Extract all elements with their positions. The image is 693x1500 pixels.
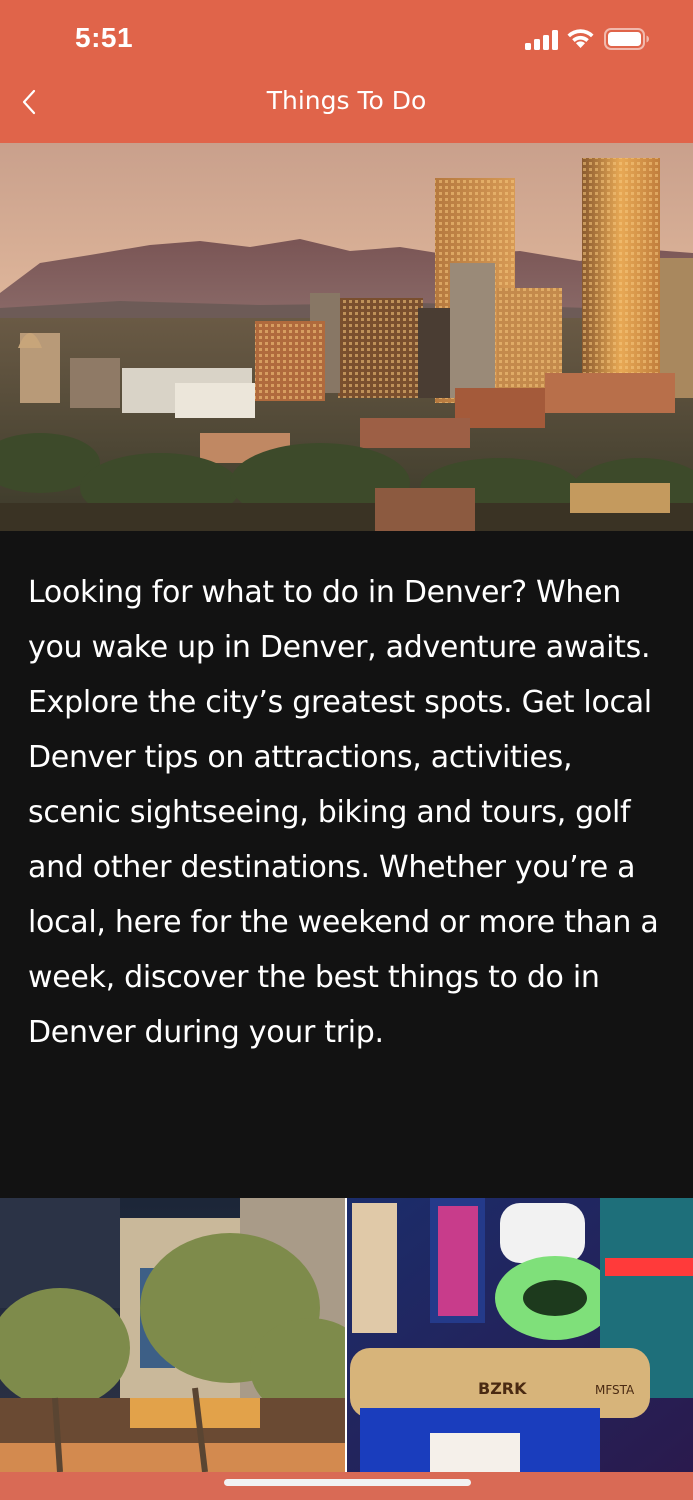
hero-image xyxy=(0,143,693,531)
battery-icon xyxy=(604,28,649,50)
status-bar: 5:51 xyxy=(0,0,693,80)
gallery-left-image xyxy=(0,1198,370,1472)
page-title: Things To Do xyxy=(266,86,427,115)
bottom-tab-bar xyxy=(0,1472,693,1500)
gallery-images: BZRK MFSTA xyxy=(0,1198,693,1472)
denver-skyline-image xyxy=(0,143,693,531)
photo-gallery[interactable]: BZRK MFSTA xyxy=(0,1198,693,1472)
description-text: Looking for what to do in Denver? When y… xyxy=(28,575,659,1050)
gallery-sign-text: BZRK xyxy=(478,1379,527,1398)
gallery-right-image: BZRK MFSTA xyxy=(347,1198,693,1472)
home-indicator[interactable] xyxy=(224,1479,471,1486)
cellular-signal-icon xyxy=(525,30,558,50)
app-header: 5:51 Things To Do xyxy=(0,0,693,143)
description-section: Looking for what to do in Denver? When y… xyxy=(0,531,693,1198)
status-time: 5:51 xyxy=(75,22,134,53)
navigation-bar: Things To Do xyxy=(0,80,693,143)
gallery-sign-text-2: MFSTA xyxy=(595,1383,635,1397)
wifi-icon xyxy=(567,29,594,48)
